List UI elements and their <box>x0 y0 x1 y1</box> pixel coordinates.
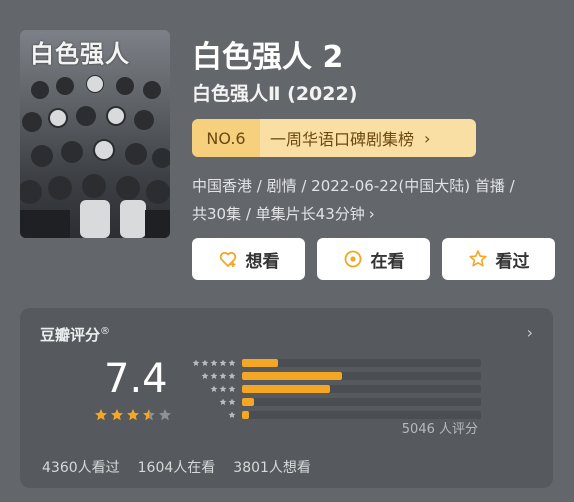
star-icon <box>192 359 200 366</box>
star-icon <box>219 398 227 405</box>
distribution-row-3-star <box>186 382 481 395</box>
star-icon <box>228 385 236 392</box>
star-icon <box>228 398 236 405</box>
star-icon <box>210 372 218 379</box>
original-title: 白色强人Ⅱ (2022) <box>192 83 358 105</box>
target-circle-icon <box>344 250 361 268</box>
rank-list-name: 一周华语口碑剧集榜 › <box>260 119 476 157</box>
poster-crowd-art <box>20 75 170 238</box>
distribution-bar <box>242 384 331 393</box>
watched-button[interactable]: 看过 <box>442 238 555 280</box>
star-icon <box>95 409 107 421</box>
rating-distribution <box>186 356 481 421</box>
star-icon <box>159 409 171 421</box>
star-icon <box>201 359 209 366</box>
rating-title: 豆瓣评分® <box>40 324 110 345</box>
distribution-bar <box>242 358 278 367</box>
chevron-right-icon: › <box>424 128 431 148</box>
distribution-track <box>242 397 481 406</box>
action-buttons: 想看 在看 看过 <box>192 238 555 280</box>
distribution-stars <box>186 372 242 380</box>
page-title: 白色强人 2 <box>192 40 344 75</box>
distribution-row-5-star <box>186 356 481 369</box>
rank-list-label: 一周华语口碑剧集榜 <box>270 130 415 149</box>
star-icon <box>201 372 209 379</box>
heart-plus-icon <box>219 252 236 267</box>
distribution-track <box>242 358 481 367</box>
distribution-row-2-star <box>186 395 481 408</box>
distribution-bar <box>242 410 250 419</box>
star-icon <box>143 409 155 421</box>
audience-stats: 4360人看过 1604人在看 3801人想看 <box>42 457 311 477</box>
star-icon <box>219 372 227 379</box>
rating-count: 5046 人评分 <box>401 422 478 437</box>
chevron-right-icon: › <box>368 205 375 223</box>
want-to-watch-button[interactable]: 想看 <box>192 238 305 280</box>
distribution-stars <box>186 398 242 406</box>
meta-line-1: 中国香港 / 剧情 / 2022-06-22(中国大陆) 首播 / <box>192 177 515 195</box>
star-icon <box>210 385 218 392</box>
watching-label: 在看 <box>370 251 405 272</box>
rating-card[interactable]: 豆瓣评分® › 7.4 5046 人评分 4360人看过 1604人在看 380… <box>20 308 553 488</box>
distribution-bar <box>242 397 254 406</box>
ranking-badge[interactable]: NO.6 一周华语口碑剧集榜 › <box>192 119 476 157</box>
watched-count: 4360人看过 <box>42 460 120 476</box>
poster-image[interactable]: 白色强人 <box>20 30 170 238</box>
star-icon <box>219 359 227 366</box>
distribution-track <box>242 384 481 393</box>
rating-stars <box>94 408 172 422</box>
distribution-track <box>242 371 481 380</box>
rating-title-text: 豆瓣评分 <box>40 326 101 344</box>
star-icon <box>127 409 139 421</box>
star-icon <box>228 372 236 379</box>
distribution-stars <box>186 411 242 419</box>
star-outline-icon <box>468 250 487 267</box>
distribution-row-4-star <box>186 369 481 382</box>
watching-button[interactable]: 在看 <box>317 238 430 280</box>
star-icon <box>210 359 218 366</box>
poster-title-art: 白色强人 <box>30 39 130 68</box>
want-to-watch-count: 3801人想看 <box>233 460 311 476</box>
meta-line-2: 共30集 / 单集片长43分钟 <box>192 205 365 223</box>
rating-score: 7.4 <box>104 356 168 402</box>
meta-info[interactable]: 中国香港 / 剧情 / 2022-06-22(中国大陆) 首播 / 共30集 /… <box>192 172 562 228</box>
chevron-right-icon[interactable]: › <box>527 323 533 342</box>
watched-label: 看过 <box>495 251 530 272</box>
star-icon <box>228 411 236 418</box>
rank-number: NO.6 <box>192 119 260 157</box>
distribution-stars <box>186 385 242 393</box>
watching-count: 1604人在看 <box>137 460 216 476</box>
distribution-bar <box>242 371 343 380</box>
registered-mark: ® <box>100 326 111 337</box>
star-icon <box>111 409 123 421</box>
want-to-watch-label: 想看 <box>245 251 280 272</box>
distribution-stars <box>186 359 242 367</box>
star-icon <box>219 385 227 392</box>
star-icon <box>228 359 236 366</box>
